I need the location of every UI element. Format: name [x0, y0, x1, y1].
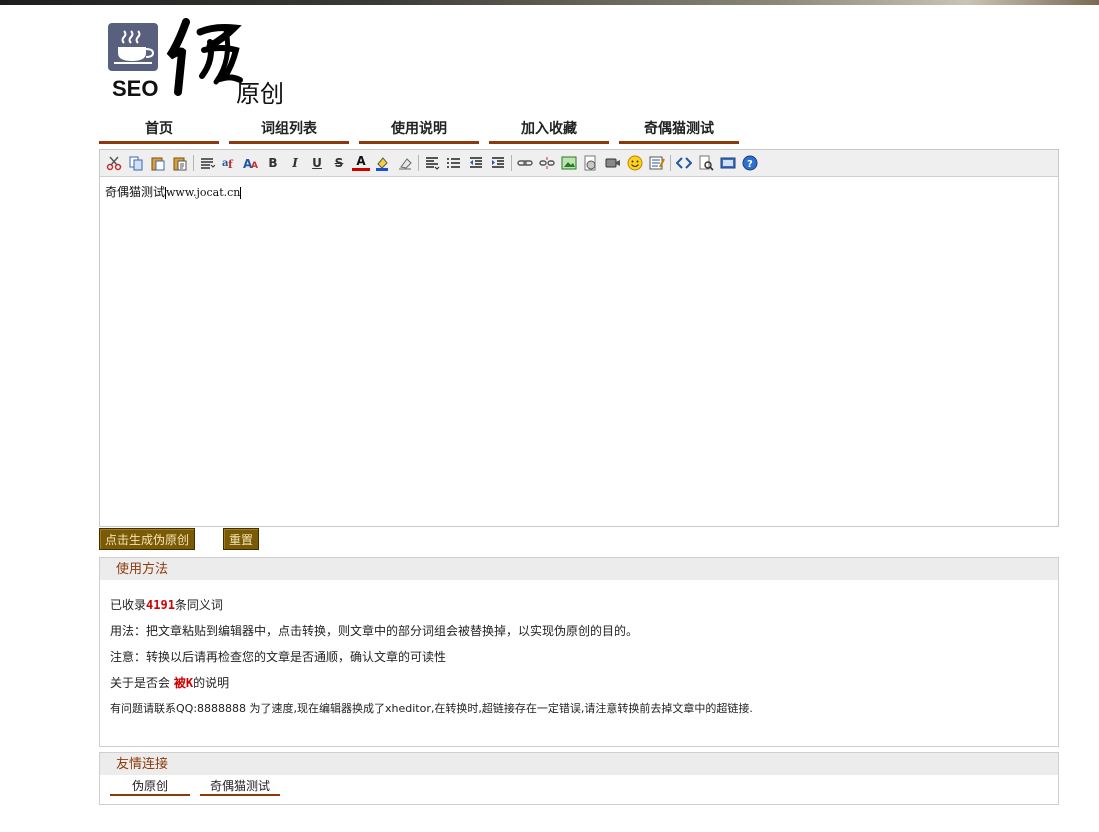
contact-line: 有问题请联系QQ:8888888 为了速度,现在编辑器换成了xheditor,在…: [110, 702, 753, 715]
rich-text-editor: af AA B I U S A ? 奇偶猫测试www.jocat.cn: [99, 149, 1059, 527]
about-icon[interactable]: ?: [741, 154, 759, 172]
toolbar-separator: [511, 155, 512, 171]
paste-icon[interactable]: [149, 154, 167, 172]
media-icon[interactable]: [604, 154, 622, 172]
preview-icon[interactable]: [697, 154, 715, 172]
k-explanation-line: 关于是否会 被K的说明: [110, 676, 230, 690]
editor-text: 奇偶猫测试: [105, 185, 166, 199]
usage-instruction: 用法：把文章粘贴到编辑器中，点击转换，则文章中的部分词组会被替换掉，以实现伪原创…: [110, 624, 639, 638]
synonym-count: 4191: [146, 598, 175, 612]
nav-instructions[interactable]: 使用说明: [359, 118, 479, 144]
underline-icon[interactable]: U: [308, 154, 326, 172]
unlink-icon[interactable]: [538, 154, 556, 172]
indent-icon[interactable]: [489, 154, 507, 172]
editor-caret: [240, 186, 242, 199]
toolbar-separator: [193, 155, 194, 171]
synonym-count-line: 已收录4191条同义词: [110, 598, 223, 612]
top-gradient-bar: [0, 0, 1099, 5]
editor-url: www.jocat.cn: [166, 186, 241, 199]
svg-text:f: f: [228, 158, 234, 171]
list-icon[interactable]: [445, 154, 463, 172]
site-logo[interactable]: SEO 原创: [108, 18, 298, 108]
background-color-icon[interactable]: [374, 154, 392, 172]
nav-home[interactable]: 首页: [99, 118, 219, 144]
image-icon[interactable]: [560, 154, 578, 172]
emoticon-icon[interactable]: [626, 154, 644, 172]
nav-add-favorite[interactable]: 加入收藏: [489, 118, 609, 144]
svg-text:?: ?: [747, 159, 753, 170]
logo-subtitle: 原创: [236, 80, 284, 108]
coffee-cup-icon: [108, 23, 158, 71]
flash-icon[interactable]: [582, 154, 600, 172]
paste-text-icon[interactable]: [171, 154, 189, 172]
toolbar-separator: [418, 155, 419, 171]
font-family-icon[interactable]: af: [220, 154, 238, 172]
logo-seo-text: SEO: [112, 76, 159, 101]
strikethrough-icon[interactable]: S: [330, 154, 348, 172]
link-icon[interactable]: [516, 154, 534, 172]
remove-format-icon[interactable]: [396, 154, 414, 172]
editor-content[interactable]: 奇偶猫测试www.jocat.cn: [100, 177, 1058, 206]
usage-note: 注意：转换以后请再检查您的文章是否通顺，确认文章的可读性: [110, 650, 447, 664]
reset-button[interactable]: 重置: [223, 528, 260, 550]
copy-icon[interactable]: [127, 154, 145, 172]
outdent-icon[interactable]: [467, 154, 485, 172]
italic-icon[interactable]: I: [286, 154, 304, 172]
toolbar-separator: [670, 155, 671, 171]
friend-links-title: 友情连接: [100, 753, 1058, 775]
friend-link-weiyuanchuang[interactable]: 伪原创: [110, 778, 190, 796]
usage-title: 使用方法: [100, 558, 1058, 580]
svg-text:A: A: [251, 161, 258, 171]
nav-phrase-list[interactable]: 词组列表: [229, 118, 349, 144]
blocktag-icon[interactable]: [198, 154, 216, 172]
align-icon[interactable]: [423, 154, 441, 172]
usage-panel: 使用方法 已收录4191条同义词 用法：把文章粘贴到编辑器中，点击转换，则文章中…: [99, 557, 1059, 747]
font-color-icon[interactable]: A: [352, 154, 370, 171]
k-explanation-link[interactable]: 被K: [174, 676, 193, 690]
editor-toolbar: af AA B I U S A ?: [100, 150, 1058, 177]
fullscreen-icon[interactable]: [719, 154, 737, 172]
table-icon[interactable]: [648, 154, 666, 172]
cut-icon[interactable]: [105, 154, 123, 172]
font-size-icon[interactable]: AA: [242, 154, 260, 172]
friend-link-jocat[interactable]: 奇偶猫测试: [200, 778, 280, 796]
generate-button[interactable]: 点击生成伪原创: [99, 528, 196, 550]
nav-jocat-test[interactable]: 奇偶猫测试: [619, 118, 739, 144]
friend-links-panel: 友情连接 伪原创 奇偶猫测试: [99, 752, 1059, 805]
source-icon[interactable]: [675, 154, 693, 172]
bold-icon[interactable]: B: [264, 154, 282, 172]
